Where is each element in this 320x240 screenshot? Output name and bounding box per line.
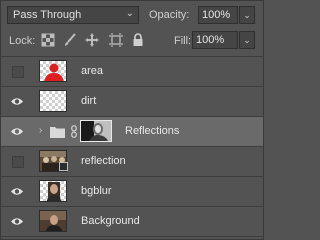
- blend-mode-dropdown[interactable]: Pass Through ⌄: [7, 6, 139, 24]
- layer-thumbnail: [39, 60, 67, 82]
- lock-label: Lock:: [9, 35, 36, 47]
- visibility-off-box: [12, 156, 24, 168]
- layer-name: Reflections: [125, 125, 180, 137]
- artboard-icon[interactable]: [109, 33, 123, 47]
- visibility-off-box: [12, 66, 24, 78]
- lock-transparent-pixels-icon[interactable]: [41, 33, 55, 47]
- layers-panel: Pass Through ⌄ Opacity: 100% ⌄ Lock: Fil…: [0, 0, 264, 240]
- move-icon[interactable]: [85, 33, 99, 47]
- visibility-toggle[interactable]: [1, 87, 33, 116]
- layer-name: bgblur: [81, 185, 112, 197]
- opacity-input[interactable]: 100%: [198, 6, 238, 24]
- layer-name: reflection: [81, 155, 126, 167]
- layer-row-background[interactable]: Background: [1, 207, 263, 237]
- visibility-toggle[interactable]: [1, 207, 33, 236]
- blend-mode-value: Pass Through: [13, 9, 82, 21]
- layer-mask-thumbnail[interactable]: [80, 120, 112, 142]
- layer-row-dirt[interactable]: dirt: [1, 87, 263, 117]
- fill-label: Fill:: [174, 35, 192, 47]
- brush-icon[interactable]: [63, 33, 77, 47]
- layer-row-reflections[interactable]: › Reflections: [1, 117, 263, 147]
- opacity-value: 100%: [202, 9, 231, 21]
- visibility-toggle[interactable]: [1, 117, 33, 146]
- opacity-dropdown-button[interactable]: ⌄: [239, 6, 255, 24]
- layer-thumbnail: [39, 90, 67, 112]
- eye-icon: [11, 128, 23, 135]
- fill-dropdown-button[interactable]: ⌄: [239, 31, 255, 49]
- link-icon[interactable]: [71, 125, 77, 138]
- lock-icon[interactable]: [131, 33, 145, 47]
- chevron-down-icon: ⌄: [243, 10, 251, 20]
- layer-row-bgblur[interactable]: bgblur: [1, 177, 263, 207]
- opacity-label: Opacity:: [149, 9, 190, 21]
- layer-list: area dirt › Reflections reflection bgblu…: [1, 57, 263, 237]
- folder-icon: [50, 127, 65, 138]
- visibility-toggle[interactable]: [1, 57, 33, 86]
- blend-row: Pass Through ⌄ Opacity: 100% ⌄: [7, 6, 257, 26]
- eye-icon: [11, 218, 23, 225]
- layer-thumbnail: [39, 210, 67, 232]
- chevron-down-icon: ⌄: [125, 8, 134, 19]
- visibility-toggle[interactable]: [1, 147, 33, 176]
- layer-name: Background: [81, 215, 140, 227]
- photo-thumbnail: [46, 182, 62, 201]
- layer-row-area[interactable]: area: [1, 57, 263, 87]
- smart-object-icon: [59, 162, 68, 171]
- chevron-right-icon[interactable]: ›: [39, 125, 42, 136]
- chevron-down-icon: ⌄: [243, 35, 251, 45]
- fill-value: 100%: [196, 34, 225, 46]
- eye-icon: [11, 188, 23, 195]
- red-silhouette-icon: [44, 63, 64, 81]
- photo-thumbnail: [40, 211, 66, 231]
- visibility-toggle[interactable]: [1, 177, 33, 206]
- layer-row-reflection[interactable]: reflection: [1, 147, 263, 177]
- fill-input[interactable]: 100%: [192, 31, 238, 49]
- mask-image: [81, 121, 111, 141]
- eye-icon: [11, 98, 23, 105]
- layer-name: dirt: [81, 95, 97, 107]
- layer-name: area: [81, 65, 104, 77]
- layer-thumbnail: [39, 180, 67, 202]
- lock-row: Lock: Fill: 100% ⌄: [7, 31, 257, 51]
